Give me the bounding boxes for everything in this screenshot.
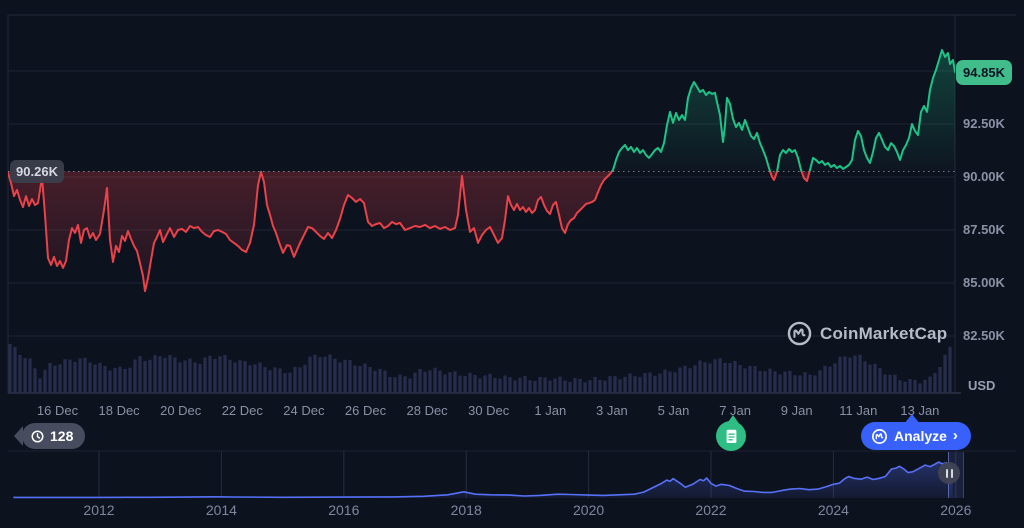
coinmarketcap-logo-icon <box>786 320 813 347</box>
x-axis-tick-label: 9 Jan <box>781 403 813 418</box>
x-axis-tick-label: 18 Dec <box>98 403 139 418</box>
x-axis-tick-label: 11 Jan <box>839 403 877 418</box>
currency-unit-label: USD <box>968 378 995 393</box>
minimap-year-label: 2022 <box>695 502 726 518</box>
history-clock-icon <box>30 429 45 444</box>
note-document-icon <box>724 428 739 445</box>
history-count-value: 128 <box>50 428 73 444</box>
y-axis-tick-label: 92.50K <box>963 117 1005 131</box>
minimap-year-label: 2020 <box>573 502 604 518</box>
x-axis-tick-label: 26 Dec <box>345 403 386 418</box>
price-chart-widget: 94.85K 90.26K 92.50K 90.00K 87.50K 85.00K 82… <box>0 0 1024 528</box>
chevron-right-icon: › <box>953 427 958 444</box>
minimap-year-label: 2016 <box>328 502 359 518</box>
coinmarketcap-logo-icon <box>871 428 888 445</box>
x-axis-tick-label: 20 Dec <box>160 403 201 418</box>
minimap-selection-handle[interactable] <box>938 462 960 484</box>
x-axis-tick-label: 30 Dec <box>468 403 509 418</box>
note-marker-button[interactable] <box>716 421 746 451</box>
y-axis-tick-label: 82.50K <box>963 329 1005 343</box>
minimap-year-label: 2026 <box>940 502 971 518</box>
grip-bar <box>946 469 948 478</box>
minimap-area <box>13 462 952 498</box>
x-axis-tick-label: 22 Dec <box>222 403 263 418</box>
x-axis-tick-label: 28 Dec <box>406 403 447 418</box>
analyze-button[interactable]: Analyze › <box>861 422 971 450</box>
volume-bars <box>8 344 951 393</box>
minimap-year-label: 2012 <box>83 502 114 518</box>
x-axis-tick-label: 24 Dec <box>283 403 324 418</box>
watermark-text: CoinMarketCap <box>820 324 947 344</box>
minimap-year-label: 2014 <box>206 502 237 518</box>
y-axis-tick-label: 90.00K <box>963 170 1005 184</box>
x-axis-tick-label: 1 Jan <box>534 403 566 418</box>
baseline-price-badge: 90.26K <box>10 160 64 183</box>
x-axis-tick-label: 5 Jan <box>658 403 690 418</box>
x-axis-tick-label: 16 Dec <box>37 403 78 418</box>
y-axis-tick-label: 87.50K <box>963 223 1005 237</box>
analyze-button-label: Analyze <box>894 428 947 444</box>
current-price-badge: 94.85K <box>956 60 1012 85</box>
y-axis-tick-label: 85.00K <box>963 276 1005 290</box>
grip-bar <box>951 469 953 478</box>
history-count-badge[interactable]: 128 <box>22 423 85 449</box>
coinmarketcap-watermark: CoinMarketCap <box>786 320 947 347</box>
minimap-year-label: 2024 <box>818 502 849 518</box>
minimap-year-label: 2018 <box>451 502 482 518</box>
x-axis-tick-label: 3 Jan <box>596 403 628 418</box>
